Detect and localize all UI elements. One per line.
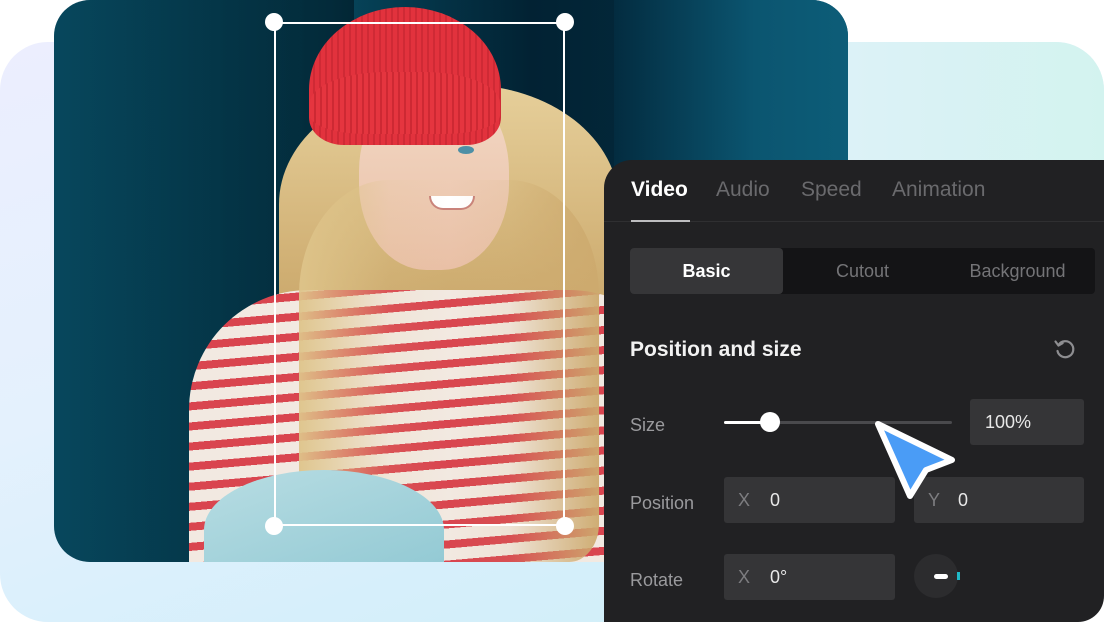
size-value: 100% (985, 412, 1032, 432)
segment-basic[interactable]: Basic (630, 248, 783, 294)
tab-animation[interactable]: Animation (892, 178, 985, 202)
position-x-axis-label: X (738, 490, 751, 510)
resize-handle-top-left[interactable] (265, 13, 283, 31)
rotate-dial-marker (957, 572, 960, 580)
size-label: Size (630, 415, 666, 435)
selection-bounding-box[interactable] (274, 22, 565, 526)
resize-handle-bottom-right[interactable] (556, 517, 574, 535)
properties-panel: Video Audio Speed Animation Basic Cutout… (604, 160, 1104, 622)
rotate-dial-icon[interactable] (914, 554, 960, 598)
size-slider-thumb[interactable] (760, 412, 780, 432)
rotate-axis-label: X (738, 567, 751, 587)
background-card-tint (848, 42, 1104, 162)
size-input[interactable]: 100% (970, 399, 1084, 445)
position-x-value: 0 (770, 490, 781, 510)
tab-speed[interactable]: Speed (801, 178, 862, 202)
resize-handle-bottom-left[interactable] (265, 517, 283, 535)
rotate-label: Rotate (630, 570, 684, 590)
pointer-cursor-icon (875, 421, 955, 499)
active-tab-indicator (631, 220, 690, 222)
segment-cutout[interactable]: Cutout (785, 248, 940, 294)
rotate-value: 0° (770, 567, 788, 587)
rotate-dial-needle (934, 574, 948, 579)
rotate-input[interactable]: X 0° (724, 554, 895, 600)
tab-audio[interactable]: Audio (716, 178, 770, 202)
resize-handle-top-right[interactable] (556, 13, 574, 31)
tab-video[interactable]: Video (631, 178, 688, 202)
panel-tabs: Video Audio Speed Animation (604, 160, 1104, 222)
segmented-control: Basic Cutout Background (630, 248, 1095, 294)
reset-icon[interactable] (1052, 336, 1078, 362)
position-label: Position (630, 493, 695, 513)
section-title: Position and size (630, 338, 802, 361)
segment-background[interactable]: Background (940, 248, 1095, 294)
